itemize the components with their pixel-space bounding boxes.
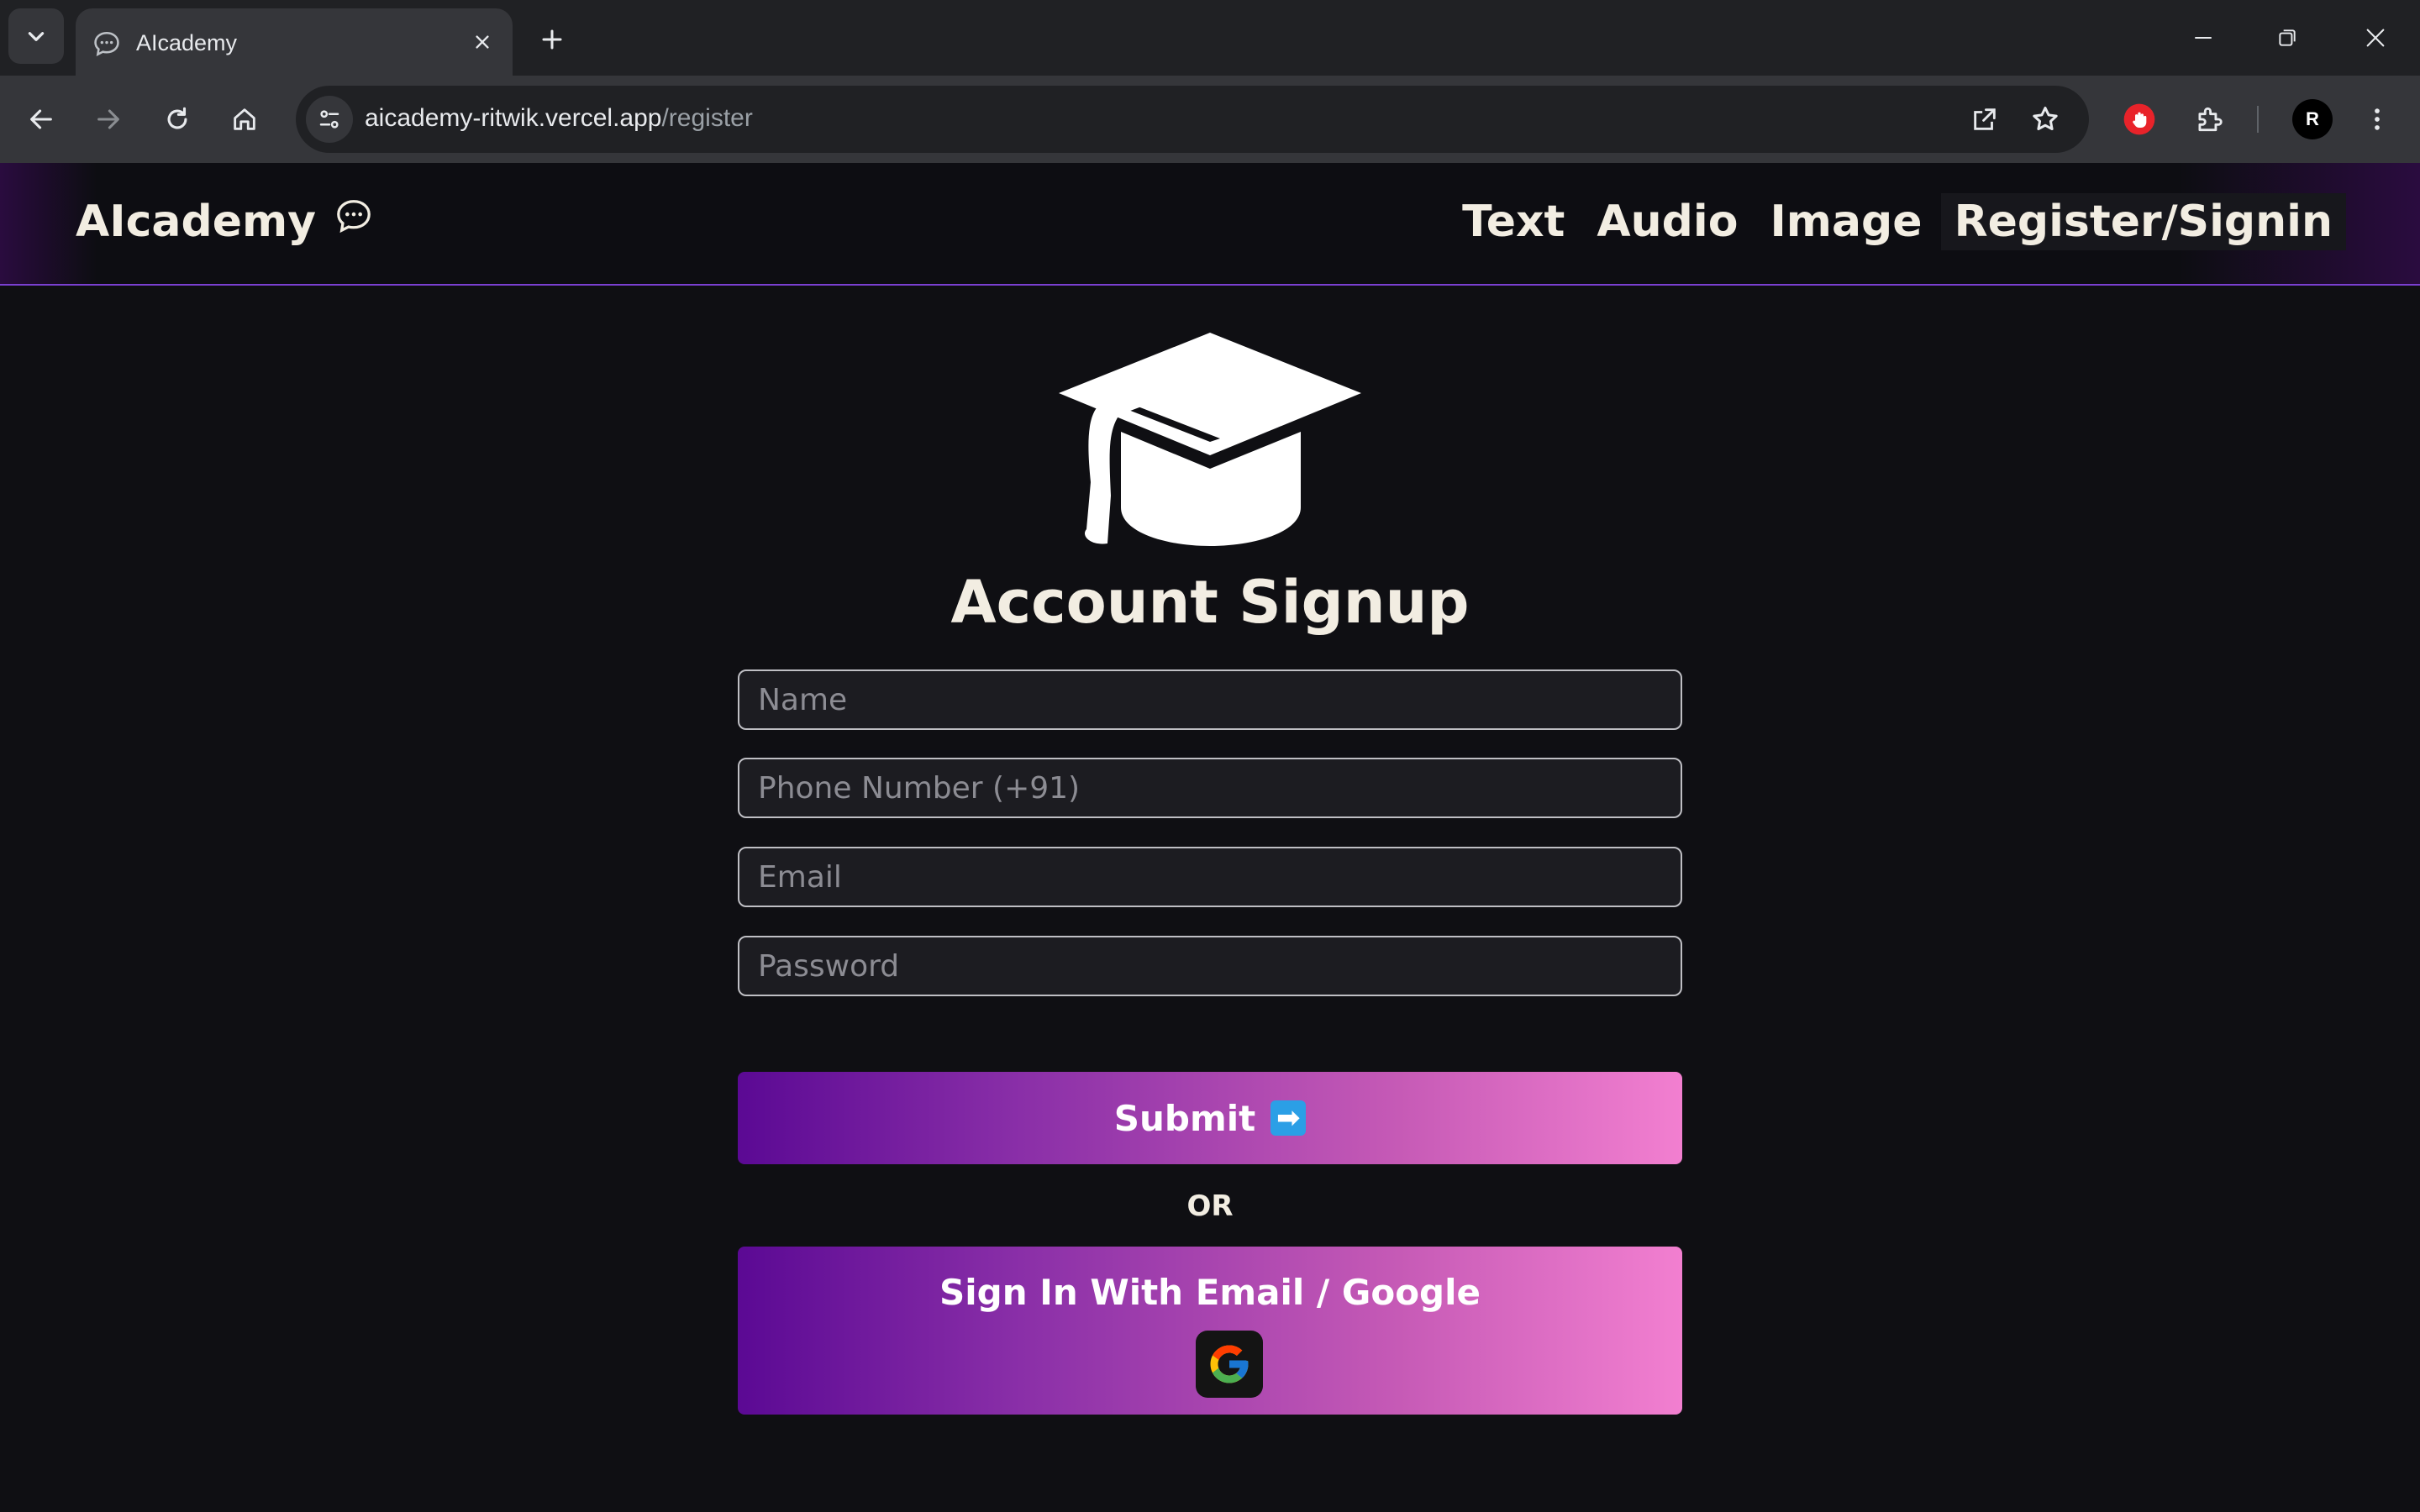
nav-audio-link[interactable]: Audio — [1597, 193, 1738, 250]
browser-menu-button[interactable] — [2353, 95, 2402, 144]
puzzle-icon — [2198, 107, 2223, 132]
extension-stop-button[interactable] — [2115, 95, 2164, 144]
restore-icon — [2279, 29, 2296, 46]
reload-icon — [167, 107, 187, 129]
password-field[interactable] — [738, 936, 1682, 996]
forward-icon — [97, 109, 119, 129]
chevron-down-icon — [28, 32, 45, 41]
brand-name: AIcademy — [76, 197, 317, 247]
chat-icon — [337, 200, 371, 234]
name-field[interactable] — [738, 669, 1682, 730]
or-divider-text: OR — [1186, 1189, 1234, 1223]
url-host: aicademy-ritwik.vercel.app — [365, 104, 662, 132]
browser-toolbar: aicademy-ritwik.vercel.app/register R — [0, 76, 2420, 163]
tab-title: AIcademy — [136, 30, 238, 55]
home-icon — [234, 108, 255, 130]
graduation-cap-icon — [1059, 333, 1361, 546]
back-button[interactable] — [17, 95, 66, 144]
google-signin-label: Sign In With Email / Google — [939, 1272, 1481, 1313]
tab-search-button[interactable] — [8, 8, 64, 64]
open-in-app-button[interactable] — [1961, 96, 2008, 143]
profile-avatar[interactable]: R — [2292, 99, 2333, 139]
google-signin-button[interactable]: Sign In With Email / Google — [738, 1247, 1682, 1415]
home-button[interactable] — [220, 95, 269, 144]
minimize-icon — [2195, 37, 2212, 39]
new-tab-button[interactable] — [531, 18, 573, 60]
close-window-button[interactable] — [2338, 12, 2413, 64]
open-external-icon — [1974, 108, 1996, 130]
close-icon — [476, 35, 489, 49]
tune-icon — [319, 110, 339, 129]
nav-text-link[interactable]: Text — [1462, 193, 1565, 250]
chat-icon — [94, 31, 119, 57]
nav-links: Text Audio Image Register/Signin — [1430, 193, 2346, 250]
site-navbar: AIcademy Text Audio Image Register/Signi… — [0, 163, 2420, 286]
site-info-button[interactable] — [306, 96, 353, 143]
page-title: Account Signup — [950, 568, 1470, 637]
forward-button[interactable] — [84, 95, 133, 144]
toolbar-divider — [2257, 106, 2259, 133]
google-icon — [1210, 1345, 1249, 1383]
phone-field[interactable] — [738, 758, 1682, 818]
browser-tabstrip: AIcademy — [0, 0, 2420, 76]
google-badge — [1196, 1331, 1263, 1398]
url-text[interactable]: aicademy-ritwik.vercel.app/register — [365, 104, 753, 133]
email-field[interactable] — [738, 847, 1682, 907]
brand-link[interactable]: AIcademy — [76, 197, 373, 247]
close-icon — [2366, 29, 2385, 47]
hand-stop-icon — [2123, 103, 2155, 135]
restore-button[interactable] — [2249, 12, 2325, 64]
extensions-button[interactable] — [2185, 95, 2233, 144]
reload-button[interactable] — [153, 95, 202, 144]
more-vert-icon — [2375, 108, 2380, 130]
back-icon — [30, 109, 52, 129]
browser-tab-active[interactable]: AIcademy — [76, 8, 513, 76]
nav-image-link[interactable]: Image — [1770, 193, 1922, 250]
tab-close-button[interactable] — [464, 24, 501, 60]
minimize-button[interactable] — [2165, 12, 2241, 64]
address-bar[interactable]: aicademy-ritwik.vercel.app/register — [296, 86, 2089, 153]
star-icon — [2033, 107, 2058, 131]
bookmark-button[interactable] — [2022, 96, 2069, 143]
url-path: /register — [661, 104, 753, 132]
nav-register-link[interactable]: Register/Signin — [1940, 193, 2346, 250]
arrow-right-icon: ➡ — [1270, 1100, 1307, 1136]
submit-button[interactable]: Submit ➡ — [738, 1072, 1682, 1164]
plus-icon — [542, 29, 562, 50]
submit-label: Submit — [1113, 1097, 1256, 1139]
